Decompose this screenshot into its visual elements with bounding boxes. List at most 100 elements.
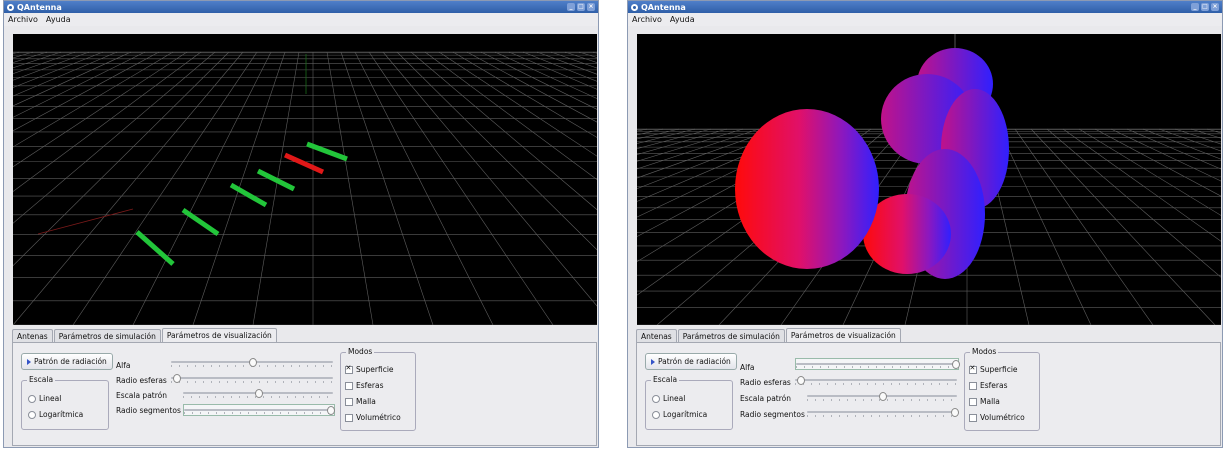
modo-volumetrico-checkbox[interactable]: Volumétrico	[345, 413, 401, 422]
checkbox-icon	[969, 364, 977, 374]
slider-handle[interactable]	[951, 360, 960, 369]
gl-viewport-radiation-pattern[interactable]	[637, 34, 1221, 325]
slider-handle[interactable]	[249, 358, 257, 367]
window-title: QAntenna	[17, 2, 62, 12]
radio-esferas-label: Radio esferas	[116, 376, 167, 385]
radio-esferas-slider[interactable]	[171, 374, 333, 383]
tab-parametros-simulacion[interactable]: Parámetros de simulación	[53, 329, 161, 343]
radio-segmentos-slider[interactable]	[183, 404, 335, 416]
radio-segmentos-label: Radio segmentos	[740, 410, 805, 419]
gl-viewport-antenna-array[interactable]	[13, 34, 597, 325]
alfa-label: Alfa	[116, 361, 131, 370]
minimize-icon[interactable]: _	[567, 3, 575, 11]
modos-group: Modos Superficie Esferas Malla Volumétri…	[964, 347, 1040, 431]
escala-logaritmica-option[interactable]: Logarítmica	[28, 410, 83, 419]
maximize-icon[interactable]: □	[1201, 3, 1209, 11]
menu-ayuda[interactable]: Ayuda	[670, 15, 695, 24]
radio-icon	[652, 394, 660, 403]
radio-icon	[28, 394, 36, 403]
menu-archivo[interactable]: Archivo	[8, 15, 38, 24]
modo-esferas-checkbox[interactable]: Esferas	[345, 381, 384, 390]
escala-lineal-label: Lineal	[663, 394, 686, 403]
antenna-element[interactable]	[229, 182, 268, 208]
tab-parametros-simulacion[interactable]: Parámetros de simulación	[677, 329, 785, 343]
minimize-icon[interactable]: _	[1191, 3, 1199, 11]
menu-bar: Archivo Ayuda	[628, 13, 1222, 26]
escala-patron-slider[interactable]	[807, 392, 957, 401]
tab-parametros-visualizacion[interactable]: Parámetros de visualización	[161, 328, 277, 343]
antenna-element[interactable]	[135, 230, 175, 266]
escala-group: Escala Lineal Logarítmica	[645, 375, 733, 430]
checkbox-icon	[345, 381, 353, 390]
modo-malla-checkbox[interactable]: Malla	[969, 397, 1000, 406]
title-bar[interactable]: QAntenna _ □ ×	[628, 1, 1222, 13]
qantenna-window-right: QAntenna _ □ × Archivo Ayuda Antenas Par…	[627, 0, 1223, 448]
slider-handle[interactable]	[172, 374, 181, 383]
visualization-panel: Patrón de radiación Escala Lineal Logarí…	[636, 342, 1221, 446]
modo-superficie-checkbox[interactable]: Superficie	[969, 364, 1018, 374]
escala-logaritmica-option[interactable]: Logarítmica	[652, 410, 707, 419]
radio-segmentos-label: Radio segmentos	[116, 406, 181, 415]
modo-superficie-label: Superficie	[980, 365, 1018, 374]
tab-antenas[interactable]: Antenas	[12, 329, 53, 343]
tab-antenas[interactable]: Antenas	[636, 329, 677, 343]
alfa-slider[interactable]	[795, 358, 960, 370]
menu-ayuda[interactable]: Ayuda	[46, 15, 71, 24]
radiation-pattern-button[interactable]: Patrón de radiación	[645, 353, 737, 370]
modo-malla-label: Malla	[356, 397, 376, 406]
close-icon[interactable]: ×	[587, 3, 595, 11]
radio-esferas-slider[interactable]	[795, 376, 957, 385]
menu-bar: Archivo Ayuda	[4, 13, 598, 26]
escala-lineal-label: Lineal	[39, 394, 62, 403]
escala-lineal-option[interactable]: Lineal	[28, 394, 61, 403]
title-bar[interactable]: QAntenna _ □ ×	[4, 1, 598, 13]
escala-patron-slider[interactable]	[183, 389, 333, 398]
tab-parametros-visualizacion[interactable]: Parámetros de visualización	[785, 328, 901, 343]
main-lobe	[735, 109, 879, 269]
maximize-icon[interactable]: □	[577, 3, 585, 11]
menu-archivo[interactable]: Archivo	[632, 15, 662, 24]
modo-esferas-checkbox[interactable]: Esferas	[969, 381, 1008, 390]
x-axis-line	[37, 208, 134, 235]
antenna-element-selected[interactable]	[283, 152, 325, 175]
play-icon	[651, 358, 655, 365]
radiation-pattern-lobes[interactable]	[735, 48, 1009, 279]
radio-icon	[652, 410, 660, 419]
checkbox-icon	[969, 397, 977, 406]
modos-title: Modos	[346, 347, 375, 356]
close-icon[interactable]: ×	[1211, 3, 1219, 11]
modo-superficie-checkbox[interactable]: Superficie	[345, 364, 394, 374]
slider-handle[interactable]	[255, 389, 263, 398]
tab-bar: Antenas Parámetros de simulación Parámet…	[636, 328, 902, 343]
slider-handle[interactable]	[879, 392, 887, 401]
escala-title: Escala	[651, 375, 680, 384]
escala-title: Escala	[27, 375, 56, 384]
modo-volumetrico-checkbox[interactable]: Volumétrico	[969, 413, 1025, 422]
slider-handle[interactable]	[326, 406, 335, 415]
app-icon	[7, 3, 14, 11]
modos-group: Modos Superficie Esferas Malla Volumétri…	[340, 347, 416, 431]
visualization-panel: Patrón de radiación Escala Lineal Logarí…	[12, 342, 597, 446]
modo-superficie-label: Superficie	[356, 365, 394, 374]
play-icon	[27, 358, 31, 365]
modos-title: Modos	[970, 347, 999, 356]
radio-esferas-label: Radio esferas	[740, 378, 791, 387]
escala-patron-label: Escala patrón	[116, 391, 167, 400]
modo-malla-checkbox[interactable]: Malla	[345, 397, 376, 406]
slider-handle[interactable]	[951, 408, 959, 417]
alfa-slider[interactable]	[171, 358, 333, 367]
modo-esferas-label: Esferas	[980, 381, 1008, 390]
escala-group: Escala Lineal Logarítmica	[21, 375, 109, 430]
checkbox-icon	[969, 381, 977, 390]
antenna-element[interactable]	[181, 207, 220, 237]
escala-lineal-option[interactable]: Lineal	[652, 394, 685, 403]
tab-bar: Antenas Parámetros de simulación Parámet…	[12, 328, 278, 343]
app-icon	[631, 3, 638, 11]
slider-handle[interactable]	[796, 376, 805, 385]
radio-segmentos-slider[interactable]	[807, 408, 959, 417]
window-title: QAntenna	[641, 2, 686, 12]
checkbox-icon	[345, 413, 353, 422]
modo-volumetrico-label: Volumétrico	[980, 413, 1025, 422]
radiation-pattern-button[interactable]: Patrón de radiación	[21, 353, 113, 370]
antenna-element[interactable]	[256, 168, 296, 192]
